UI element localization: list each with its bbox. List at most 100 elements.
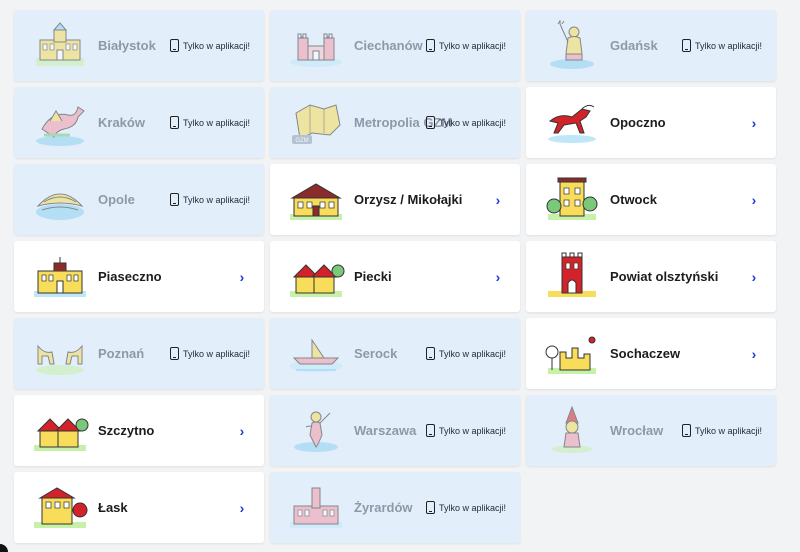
app-only-badge: Tylko w aplikacji! [169, 347, 250, 360]
amphitheater-icon [28, 170, 92, 230]
city-name: Łask [98, 500, 128, 515]
city-card[interactable]: Powiat olsztyński › [526, 241, 776, 312]
boat-icon [284, 324, 348, 384]
chevron-right-icon[interactable]: › [490, 192, 506, 208]
city-name: Orzysz / Mikołajki [354, 192, 463, 207]
app-only-label: Tylko w aplikacji! [438, 117, 506, 128]
chevron-right-icon[interactable]: › [746, 115, 762, 131]
city-card[interactable]: GZM Metropolia GZM Tylko w aplikacji! [270, 87, 520, 158]
phone-icon [425, 347, 435, 360]
city-name: Ciechanów [354, 38, 423, 53]
house-icon [284, 247, 348, 307]
city-name: Opoczno [610, 115, 666, 130]
ruins-icon [540, 324, 604, 384]
city-name: Warszawa [354, 423, 417, 438]
city-card[interactable]: Kraków Tylko w aplikacji! [14, 87, 264, 158]
city-card[interactable]: Szczytno › [14, 395, 264, 466]
chevron-right-icon[interactable]: › [234, 500, 250, 516]
neptune-icon [540, 16, 604, 76]
map-icon: GZM [284, 93, 348, 153]
villa-icon [540, 170, 604, 230]
app-only-badge: Tylko w aplikacji! [425, 424, 506, 437]
city-card[interactable]: Wrocław Tylko w aplikacji! [526, 395, 776, 466]
city-card[interactable]: Piaseczno › [14, 241, 264, 312]
city-name: Poznań [98, 346, 145, 361]
phone-icon [681, 39, 691, 52]
app-only-badge: Tylko w aplikacji! [425, 116, 506, 129]
app-only-badge: Tylko w aplikacji! [425, 501, 506, 514]
palace-icon [28, 16, 92, 76]
chevron-right-icon[interactable]: › [746, 192, 762, 208]
app-only-badge: Tylko w aplikacji! [169, 193, 250, 206]
city-name: Serock [354, 346, 398, 361]
app-only-label: Tylko w aplikacji! [182, 194, 250, 205]
city-card[interactable]: Orzysz / Mikołajki › [270, 164, 520, 235]
house-icon [28, 401, 92, 461]
city-card[interactable]: Sochaczew › [526, 318, 776, 389]
chevron-right-icon[interactable]: › [746, 269, 762, 285]
city-name: Piaseczno [98, 269, 162, 284]
app-only-badge: Tylko w aplikacji! [425, 39, 506, 52]
city-card[interactable]: Piecki › [270, 241, 520, 312]
city-card[interactable]: Opoczno › [526, 87, 776, 158]
phone-icon [169, 347, 179, 360]
city-card[interactable]: Ciechanów Tylko w aplikacji! [270, 10, 520, 81]
app-only-badge: Tylko w aplikacji! [681, 39, 762, 52]
city-card[interactable]: Warszawa Tylko w aplikacji! [270, 395, 520, 466]
city-card[interactable]: Łask › [14, 472, 264, 543]
goats-icon [28, 324, 92, 384]
phone-icon [681, 424, 691, 437]
city-name: Białystok [98, 38, 156, 53]
app-only-label: Tylko w aplikacji! [182, 40, 250, 51]
phone-icon [425, 39, 435, 52]
city-card[interactable]: Otwock › [526, 164, 776, 235]
city-name: Piecki [354, 269, 392, 284]
chevron-right-icon[interactable]: › [746, 346, 762, 362]
phone-icon [169, 193, 179, 206]
corner-mark [0, 544, 8, 552]
city-name: Żyrardów [354, 500, 413, 515]
manor-icon [284, 170, 348, 230]
phone-icon [169, 39, 179, 52]
app-only-label: Tylko w aplikacji! [438, 348, 506, 359]
city-card[interactable]: Białystok Tylko w aplikacji! [14, 10, 264, 81]
gate-tower-icon [540, 247, 604, 307]
chevron-right-icon[interactable]: › [490, 269, 506, 285]
city-name: Gdańsk [610, 38, 658, 53]
tower-house-icon [28, 478, 92, 538]
svg-text:GZM: GZM [295, 138, 308, 144]
city-name: Otwock [610, 192, 657, 207]
chevron-right-icon[interactable]: › [234, 269, 250, 285]
city-card[interactable]: Opole Tylko w aplikacji! [14, 164, 264, 235]
city-card[interactable]: Poznań Tylko w aplikacji! [14, 318, 264, 389]
phone-icon [425, 501, 435, 514]
city-grid: Białystok Tylko w aplikacji! Ciechanów Tylk… [14, 10, 776, 543]
dwarf-icon [540, 401, 604, 461]
city-name: Powiat olsztyński [610, 269, 719, 284]
chevron-right-icon[interactable]: › [234, 423, 250, 439]
app-only-label: Tylko w aplikacji! [182, 117, 250, 128]
city-name: Opole [98, 192, 135, 207]
app-only-label: Tylko w aplikacji! [438, 502, 506, 513]
app-only-badge: Tylko w aplikacji! [425, 347, 506, 360]
app-only-badge: Tylko w aplikacji! [169, 116, 250, 129]
city-name: Szczytno [98, 423, 155, 438]
city-card[interactable]: Serock Tylko w aplikacji! [270, 318, 520, 389]
app-only-badge: Tylko w aplikacji! [681, 424, 762, 437]
dragon-icon [28, 93, 92, 153]
app-only-label: Tylko w aplikacji! [438, 425, 506, 436]
city-card[interactable]: Żyrardów Tylko w aplikacji! [270, 472, 520, 543]
app-only-label: Tylko w aplikacji! [694, 425, 762, 436]
app-only-label: Tylko w aplikacji! [182, 348, 250, 359]
app-only-label: Tylko w aplikacji! [694, 40, 762, 51]
factory-icon [284, 478, 348, 538]
phone-icon [169, 116, 179, 129]
castle-icon [284, 16, 348, 76]
city-name: Wrocław [610, 423, 664, 438]
mermaid-icon [284, 401, 348, 461]
horse-icon [540, 93, 604, 153]
city-card[interactable]: Gdańsk Tylko w aplikacji! [526, 10, 776, 81]
app-only-label: Tylko w aplikacji! [438, 40, 506, 51]
phone-icon [425, 424, 435, 437]
phone-icon [425, 116, 435, 129]
